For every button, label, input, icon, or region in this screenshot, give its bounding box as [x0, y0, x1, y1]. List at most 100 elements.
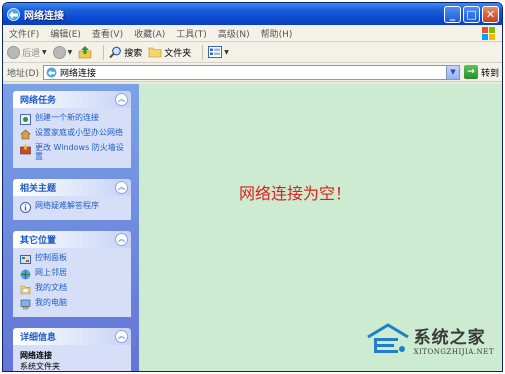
address-bar: 地址(D) 网络连接 ▼ → 转到 — [3, 63, 502, 82]
maximize-button[interactable]: □ — [463, 5, 480, 23]
place-label: 控制面板 — [35, 253, 67, 262]
forward-arrow-icon — [52, 45, 66, 59]
up-folder-icon — [78, 45, 92, 58]
collapse-chevron-icon[interactable]: ︽ — [115, 93, 128, 106]
go-button[interactable]: → 转到 — [463, 65, 499, 79]
views-button[interactable]: ▼ — [208, 46, 229, 58]
menu-file[interactable]: 文件(F) — [9, 27, 39, 40]
place-label: 网上邻居 — [35, 268, 67, 277]
network-tasks-body: 创建一个新的连接 设置家庭或小型办公网络 更改 Windows 防火墙设置 — [13, 108, 131, 168]
watermark-logo — [366, 323, 409, 353]
folders-label: 文件夹 — [164, 48, 192, 59]
address-dropdown-button[interactable]: ▼ — [445, 65, 459, 79]
minimize-button[interactable]: _ — [444, 5, 461, 23]
new-connection-icon — [20, 114, 31, 125]
address-label: 地址(D) — [7, 68, 39, 79]
go-arrow-icon: → — [463, 65, 478, 79]
content-area: 网络任务 ︽ 创建一个新的连接 设置家庭或小型办公网络 更改 Windows 防… — [3, 84, 502, 371]
views-icon — [208, 46, 223, 58]
task-pane: 网络任务 ︽ 创建一个新的连接 设置家庭或小型办公网络 更改 Windows 防… — [3, 84, 139, 371]
menu-advanced[interactable]: 高级(N) — [218, 27, 250, 40]
collapse-chevron-icon[interactable]: ︽ — [115, 330, 128, 343]
menu-favorites[interactable]: 收藏(A) — [134, 27, 165, 40]
task-label: 创建一个新的连接 — [35, 113, 99, 122]
toolbar: 后退 ▼ ▼ 搜索 文件夹 ▼ — [3, 42, 502, 63]
details-body: 网络连接 系统文件夹 — [13, 345, 131, 371]
other-places-panel: 其它位置 ︽ 控制面板 网上邻居 我的文档 我的电脑 — [13, 231, 131, 317]
address-input[interactable]: 网络连接 ▼ — [42, 64, 460, 80]
window-title: 网络连接 — [24, 10, 64, 22]
details-type: 系统文件夹 — [20, 362, 60, 371]
task-label: 网络疑难解答程序 — [35, 201, 99, 210]
network-connections-icon — [46, 67, 57, 77]
collapse-chevron-icon[interactable]: ︽ — [115, 233, 128, 246]
related-topics-header[interactable]: 相关主题 ︽ — [13, 179, 131, 196]
task-home-network[interactable]: 设置家庭或小型办公网络 — [20, 128, 127, 140]
toolbar-separator — [103, 44, 105, 60]
task-troubleshooter[interactable]: 网络疑难解答程序 — [20, 201, 127, 213]
address-value: 网络连接 — [59, 68, 96, 79]
other-places-body: 控制面板 网上邻居 我的文档 我的电脑 — [13, 248, 131, 317]
panel-title: 详细信息 — [20, 333, 57, 343]
task-label: 更改 Windows 防火墙设置 — [35, 143, 124, 161]
place-network-places[interactable]: 网上邻居 — [20, 268, 127, 280]
watermark-url: XITONGZHIJIA.NET — [413, 347, 494, 356]
network-tasks-panel: 网络任务 ︽ 创建一个新的连接 设置家庭或小型办公网络 更改 Windows 防… — [13, 91, 131, 168]
watermark: 系统之家 XITONGZHIJIA.NET — [364, 321, 494, 357]
network-connections-icon — [7, 7, 20, 21]
go-label: 转到 — [480, 68, 499, 79]
close-button[interactable]: ✕ — [482, 5, 499, 23]
menu-view[interactable]: 查看(V) — [92, 27, 123, 40]
details-panel: 详细信息 ︽ 网络连接 系统文件夹 — [13, 328, 131, 371]
home-network-icon — [20, 129, 31, 140]
search-label: 搜索 — [124, 48, 143, 59]
toolbar-separator — [202, 44, 204, 60]
search-button[interactable]: 搜索 — [109, 46, 142, 59]
panel-title: 其它位置 — [20, 236, 57, 246]
menu-tools[interactable]: 工具(T) — [176, 27, 207, 40]
details-header[interactable]: 详细信息 ︽ — [13, 328, 131, 345]
back-arrow-icon — [7, 45, 20, 59]
place-my-documents[interactable]: 我的文档 — [20, 283, 127, 295]
my-computer-icon — [20, 299, 31, 310]
control-panel-icon — [20, 255, 31, 264]
menu-bar: 文件(F) 编辑(E) 查看(V) 收藏(A) 工具(T) 高级(N) 帮助(H… — [3, 25, 502, 42]
details-name: 网络连接 — [20, 351, 52, 360]
place-my-computer[interactable]: 我的电脑 — [20, 298, 127, 310]
menu-help[interactable]: 帮助(H) — [261, 27, 293, 40]
main-view[interactable]: 网络连接为空！ 系统之家 XITONGZHIJIA.NET — [139, 84, 502, 371]
task-label: 设置家庭或小型办公网络 — [35, 128, 123, 137]
watermark-title: 系统之家 — [413, 327, 486, 348]
my-documents-icon — [20, 285, 31, 295]
menu-edit[interactable]: 编辑(E) — [50, 27, 81, 40]
info-icon — [20, 202, 31, 213]
panel-title: 网络任务 — [20, 96, 57, 106]
place-label: 我的文档 — [35, 283, 67, 292]
forward-button[interactable]: ▼ — [52, 45, 73, 59]
title-bar[interactable]: 网络连接 _ □ ✕ — [3, 3, 502, 25]
chevron-down-icon: ▼ — [67, 48, 73, 56]
other-places-header[interactable]: 其它位置 ︽ — [13, 231, 131, 248]
related-topics-body: 网络疑难解答程序 — [13, 196, 131, 220]
chevron-down-icon: ▼ — [42, 48, 47, 56]
panel-title: 相关主题 — [20, 184, 57, 194]
task-create-connection[interactable]: 创建一个新的连接 — [20, 113, 127, 125]
firewall-icon — [20, 144, 31, 155]
place-control-panel[interactable]: 控制面板 — [20, 253, 127, 265]
folders-button[interactable]: 文件夹 — [148, 46, 191, 59]
network-tasks-header[interactable]: 网络任务 ︽ — [13, 91, 131, 108]
empty-message: 网络连接为空！ — [239, 184, 352, 203]
related-topics-panel: 相关主题 ︽ 网络疑难解答程序 — [13, 179, 131, 220]
network-places-icon — [20, 269, 31, 280]
chevron-down-icon: ▼ — [224, 48, 229, 56]
back-label: 后退 — [22, 48, 41, 59]
back-button[interactable]: 后退 ▼ — [7, 45, 47, 59]
search-icon — [109, 46, 122, 58]
up-folder-button[interactable] — [78, 45, 92, 59]
place-label: 我的电脑 — [35, 298, 67, 307]
windows-logo-icon — [482, 27, 495, 40]
explorer-window: 网络连接 _ □ ✕ 文件(F) 编辑(E) 查看(V) 收藏(A) 工具(T)… — [2, 2, 503, 372]
folder-icon — [148, 47, 162, 58]
collapse-chevron-icon[interactable]: ︽ — [115, 181, 128, 194]
task-firewall[interactable]: 更改 Windows 防火墙设置 — [20, 143, 127, 161]
